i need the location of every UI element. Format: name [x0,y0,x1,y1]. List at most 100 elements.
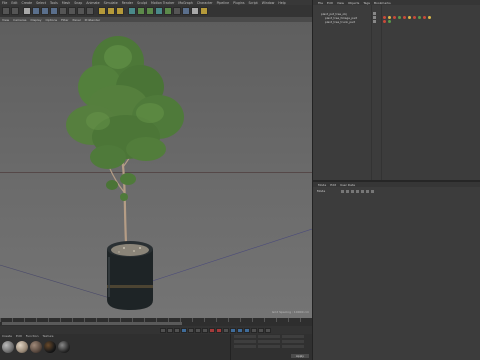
attribute-menu-edit[interactable]: Edit [330,183,336,187]
menu-tools[interactable]: Tools [50,1,58,5]
menu-character[interactable]: Character [197,1,213,5]
axis-z-icon[interactable] [77,7,85,15]
array-icon[interactable] [155,7,163,15]
axis-y-icon[interactable] [68,7,76,15]
material-tag-icon[interactable] [428,16,431,19]
menu-plugins[interactable]: Plugins [233,1,244,5]
menu-snap[interactable]: Snap [74,1,82,5]
floor-icon[interactable] [173,7,181,15]
rotation-key-icon[interactable] [244,327,250,333]
scheme-menu-icon[interactable] [265,327,271,333]
object-menu-objects[interactable]: Objects [348,1,359,5]
back-arrow-icon[interactable] [341,189,345,193]
material-tag-icon[interactable] [423,16,426,19]
attribute-menu-mode[interactable]: Mode [318,183,326,187]
previous-key-icon[interactable] [167,327,173,333]
previous-frame-icon[interactable] [174,327,180,333]
menu-animate[interactable]: Animate [86,1,99,5]
menu-mesh[interactable]: Mesh [62,1,70,5]
menu-script[interactable]: Script [249,1,258,5]
play-icon[interactable] [181,327,187,333]
menu-edit[interactable]: Edit [11,1,17,5]
menu-help[interactable]: Help [278,1,285,5]
pen-spline-icon[interactable] [137,7,145,15]
apply-button[interactable]: Apply [291,354,309,358]
render-settings-icon[interactable] [116,7,124,15]
keyframe-selection-icon[interactable] [223,327,229,333]
material-menu-function[interactable]: Function [26,334,39,338]
timeline-range-slider[interactable] [2,322,182,325]
search-icon[interactable] [356,189,360,193]
object-menu-bookmarks[interactable]: Bookmarks [374,1,391,5]
axis-x-icon[interactable] [59,7,67,15]
menu-select[interactable]: Select [36,1,46,5]
size-x-field[interactable] [258,335,280,338]
material-tag-icon[interactable] [398,16,401,19]
material-tag-icon[interactable] [413,16,416,19]
point-level-key-icon[interactable] [258,327,264,333]
light-icon[interactable] [191,7,199,15]
forward-arrow-icon[interactable] [351,189,355,193]
menu-create[interactable]: Create [22,1,33,5]
material-swatch[interactable] [2,341,14,353]
autokeying-icon[interactable] [216,327,222,333]
menu-mograph[interactable]: MoGraph [178,1,192,5]
new-panel-icon[interactable] [366,189,370,193]
material-tag-icon[interactable] [403,16,406,19]
object-menu-edit[interactable]: Edit [327,1,333,5]
menu-file[interactable]: File [2,1,7,5]
menu-simulate[interactable]: Simulate [104,1,118,5]
material-swatch[interactable] [30,341,42,353]
material-swatch[interactable] [44,341,56,353]
menu-render[interactable]: Render [122,1,133,5]
live-selection-icon[interactable] [23,7,31,15]
subdivision-surface-icon[interactable] [146,7,154,15]
material-tag-icon[interactable] [388,20,391,23]
next-key-icon[interactable] [195,327,201,333]
perspective-viewport[interactable]: View Cameras Display Options Filter Pane… [0,17,312,318]
coordinate-system-icon[interactable] [86,7,94,15]
menu-pipeline[interactable]: Pipeline [217,1,229,5]
render-view-icon[interactable] [98,7,106,15]
material-swatch[interactable] [16,341,28,353]
go-to-start-icon[interactable] [160,327,166,333]
attribute-menu-user-data[interactable]: User Data [340,183,355,187]
scene-icon[interactable] [200,7,208,15]
material-tag-icon[interactable] [408,16,411,19]
size-z-field[interactable] [258,345,280,348]
scale-icon[interactable] [41,7,49,15]
next-frame-icon[interactable] [188,327,194,333]
move-icon[interactable] [32,7,40,15]
material-menu-edit[interactable]: Edit [16,334,22,338]
position-y-field[interactable] [234,340,256,343]
rotate-icon[interactable] [50,7,58,15]
cube-icon[interactable] [128,7,136,15]
object-menu-tags[interactable]: Tags [363,1,370,5]
object-row[interactable]: plant_tree_trunk_part [313,20,480,24]
menu-motion-tracker[interactable]: Motion Tracker [151,1,174,5]
object-menu-view[interactable]: View [337,1,344,5]
position-key-icon[interactable] [230,327,236,333]
timeline[interactable] [0,318,312,326]
menu-sculpt[interactable]: Sculpt [137,1,147,5]
material-tag-icon[interactable] [383,20,386,23]
redo-icon[interactable] [11,7,19,15]
position-x-field[interactable] [234,335,256,338]
position-z-field[interactable] [234,345,256,348]
lock-icon[interactable] [361,189,365,193]
bend-deformer-icon[interactable] [164,7,172,15]
material-tag-icon[interactable] [388,16,391,19]
up-arrow-icon[interactable] [346,189,350,193]
rotation-b-field[interactable] [282,345,304,348]
size-y-field[interactable] [258,340,280,343]
settings-icon[interactable] [371,189,375,193]
undo-icon[interactable] [2,7,10,15]
rotation-h-field[interactable] [282,335,304,338]
material-tag-icon[interactable] [418,16,421,19]
scale-key-icon[interactable] [237,327,243,333]
material-swatch[interactable] [58,341,70,353]
visibility-dot-icon[interactable] [373,16,376,19]
material-menu-create[interactable]: Create [2,334,12,338]
visibility-dot-icon[interactable] [373,20,376,23]
go-to-end-icon[interactable] [202,327,208,333]
